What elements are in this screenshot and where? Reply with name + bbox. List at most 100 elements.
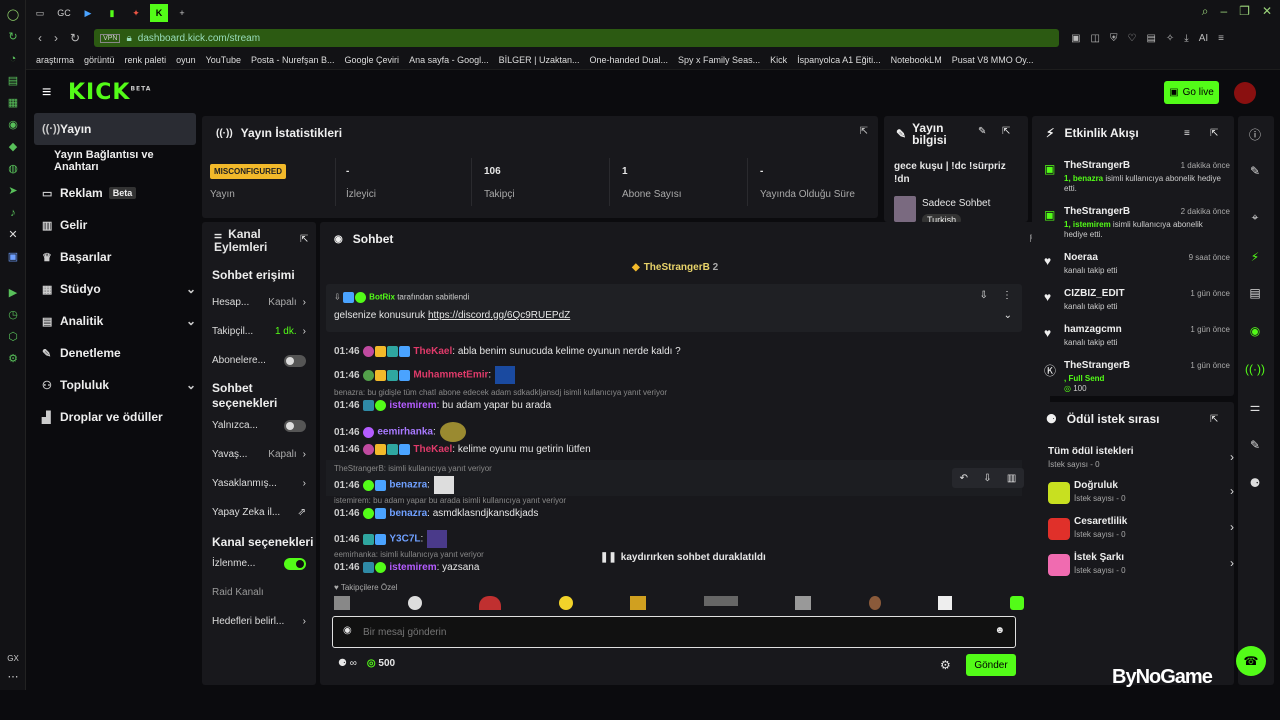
more-icon[interactable]: ⋮	[1002, 290, 1012, 301]
wrench-icon[interactable]: ✎	[1238, 438, 1272, 452]
reload-icon[interactable]: ↻	[0, 26, 26, 48]
telegram-icon[interactable]: ➤	[0, 180, 26, 202]
emote-icon[interactable]	[868, 596, 881, 610]
msg-user[interactable]: TheKael	[413, 444, 452, 455]
settings-icon[interactable]: ⚙	[0, 348, 26, 370]
popout-icon[interactable]: ⇱	[1002, 126, 1010, 137]
category-name[interactable]: Sadece Sohbet	[922, 198, 990, 209]
pinned-link[interactable]: https://discord.gg/6Qc9RUEPdZ	[428, 310, 570, 321]
action-followers-only[interactable]: Takipçil... 1 dk. ›	[202, 317, 316, 346]
hamburger-icon[interactable]: ≡	[42, 84, 51, 102]
menu-icon[interactable]: ≡	[1218, 33, 1224, 44]
chat-message[interactable]: 01:46 TheKael: kelime oyunu mu getirin l…	[334, 444, 591, 455]
workspace-icon[interactable]: ▭	[30, 4, 50, 22]
tiktok-icon[interactable]: ♪	[0, 202, 26, 224]
action-subs-only[interactable]: Abonelere...	[202, 346, 316, 375]
chat-message[interactable]: 01:46 TheKael: abla benim sunucuda kelim…	[334, 346, 681, 357]
action-ai-moderation[interactable]: Yapay Zeka il... ⇗	[202, 498, 316, 527]
unpin-icon[interactable]: ⇩	[980, 290, 988, 301]
nav-item-stream[interactable]: ((·)) Yayın	[34, 113, 196, 145]
emote-icon[interactable]	[938, 596, 953, 610]
top-chatter[interactable]: ◆ TheStrangerB 2	[632, 262, 718, 273]
address-bar[interactable]: VPN 🔒︎ dashboard.kick.com/stream	[94, 29, 1060, 47]
nav-item-stream-key[interactable]: Yayın Bağlantısı ve Anahtarı	[34, 145, 196, 177]
chat-message[interactable]: 01:46 eemirhanka:	[334, 422, 466, 442]
tab-kick[interactable]: K	[150, 4, 168, 22]
points-display[interactable]: ◎ 500	[367, 658, 395, 669]
emote-icon[interactable]	[703, 596, 738, 606]
popout-icon[interactable]: ⇱	[860, 126, 868, 137]
chat-input-box[interactable]: ◉ ☻	[332, 616, 1016, 648]
bookmark-item[interactable]: İspanyolca A1 Eğiti...	[797, 55, 881, 65]
popout-icon[interactable]: ⇱	[1210, 414, 1218, 425]
bookmark-item[interactable]: renk paleti	[125, 55, 167, 65]
box-icon[interactable]: ⬡	[0, 326, 26, 348]
emote-icon[interactable]	[479, 596, 502, 610]
info-icon[interactable]: ⓘ	[1238, 126, 1272, 143]
discord-icon[interactable]: ◆	[0, 136, 26, 158]
reply-icon[interactable]: ↶	[960, 473, 968, 484]
bookmark-item[interactable]: Pusat V8 MMO Oy...	[952, 55, 1034, 65]
vpn-badge[interactable]: VPN	[100, 33, 121, 43]
action-watch-party[interactable]: İzlenme...	[202, 549, 316, 578]
chat-message[interactable]: 01:46 benazra:	[334, 476, 454, 494]
msg-user[interactable]: TheKael	[413, 346, 452, 357]
nav-item-ads[interactable]: ▭ Reklam Beta	[34, 177, 196, 209]
new-tab-icon[interactable]: +	[172, 4, 192, 22]
camera-icon[interactable]: ▣	[1071, 33, 1080, 44]
bookmark-item[interactable]: YouTube	[206, 55, 241, 65]
action-banned-words[interactable]: Yasaklanmış... ›	[202, 469, 316, 498]
nav-item-moderation[interactable]: ✎ Denetleme	[34, 337, 196, 369]
filter-icon[interactable]: ≡	[1184, 128, 1190, 139]
bookmark-item[interactable]: Ana sayfa - Googl...	[409, 55, 489, 65]
msg-user[interactable]: MuhammetEmir	[413, 370, 488, 381]
chat-message[interactable]: 01:46 MuhammetEmir:	[334, 366, 516, 384]
search-icon[interactable]: ⌕	[1202, 4, 1209, 19]
action-account-age[interactable]: Hesap... Kapalı ›	[202, 288, 316, 317]
nav-item-drops[interactable]: ▟ Droplar ve ödüller	[34, 401, 196, 433]
opera-logo-icon[interactable]: ◯	[0, 4, 26, 26]
chat-input[interactable]	[363, 623, 983, 641]
pencil-icon[interactable]: ✎	[1238, 164, 1272, 178]
forward-icon[interactable]: ›	[54, 31, 58, 45]
users-icon[interactable]: ⚈	[1238, 476, 1272, 490]
translate-icon[interactable]: ▣	[0, 246, 26, 268]
chat-message[interactable]: 01:46 istemirem: yazsana	[334, 562, 479, 573]
crosshair-icon[interactable]: ⌖	[1238, 210, 1272, 225]
bookmark-item[interactable]: BİLGER | Uzaktan...	[499, 55, 580, 65]
tab-gc[interactable]: GC	[54, 4, 74, 22]
bookmark-item[interactable]: görüntü	[84, 55, 115, 65]
ai-label[interactable]: AI	[1199, 33, 1208, 44]
broadcast-icon[interactable]: ((·))	[1238, 362, 1272, 376]
whatsapp-icon[interactable]: ◍	[0, 158, 26, 180]
reward-item[interactable]: Doğruluk İstek sayısı - 0 ›	[1048, 480, 1234, 504]
refresh-icon[interactable]: ↻	[70, 31, 80, 45]
avatar[interactable]	[1234, 82, 1256, 104]
chat-message[interactable]: 01:46 Y3C7L:	[334, 530, 448, 548]
bookmark-item[interactable]: Spy x Family Seas...	[678, 55, 760, 65]
restore-icon[interactable]: ❐	[1239, 4, 1250, 19]
player-icon[interactable]: ▶	[0, 282, 26, 304]
activity-event[interactable]: ▣ TheStrangerB 2 dakika önce 1, istemirem i…	[1038, 204, 1230, 239]
edit-icon[interactable]: ✎	[978, 126, 986, 137]
wallet-icon[interactable]: ▤	[0, 70, 26, 92]
popout-icon[interactable]: ⇱	[300, 234, 308, 245]
bookmark-item[interactable]: Google Çeviri	[345, 55, 400, 65]
emote-icon[interactable]	[1009, 596, 1024, 610]
send-button[interactable]: Gönder	[966, 654, 1016, 676]
chat-message[interactable]: 01:46 benazra: asmdklasndjkansdkjads	[334, 508, 538, 519]
close-icon[interactable]: ✕	[1262, 4, 1272, 19]
bookmark-item[interactable]: Kick	[770, 55, 787, 65]
pin-icon[interactable]: ⇩	[983, 473, 991, 484]
lightning-icon[interactable]: ⚡︎	[1238, 250, 1272, 264]
activity-event[interactable]: ♥ hamzagcmn 1 gün önce kanalı takip etti	[1038, 322, 1230, 356]
bookmark-item[interactable]: One-handed Dual...	[589, 55, 668, 65]
shield-icon[interactable]: ⛨	[1110, 33, 1118, 44]
action-goals[interactable]: Hedefleri belirl... ›	[202, 607, 316, 636]
watch-toggle[interactable]	[284, 557, 306, 570]
bookmark-item[interactable]: NotebookLM	[891, 55, 942, 65]
chat-icon[interactable]: ◉	[1238, 324, 1272, 338]
nav-item-achievements[interactable]: ♛ Başarılar	[34, 241, 196, 273]
chat-paused-banner[interactable]: ❚❚ kaydırırken sohbet duraklatıldı	[600, 552, 766, 563]
emote-only-toggle[interactable]	[284, 419, 306, 432]
